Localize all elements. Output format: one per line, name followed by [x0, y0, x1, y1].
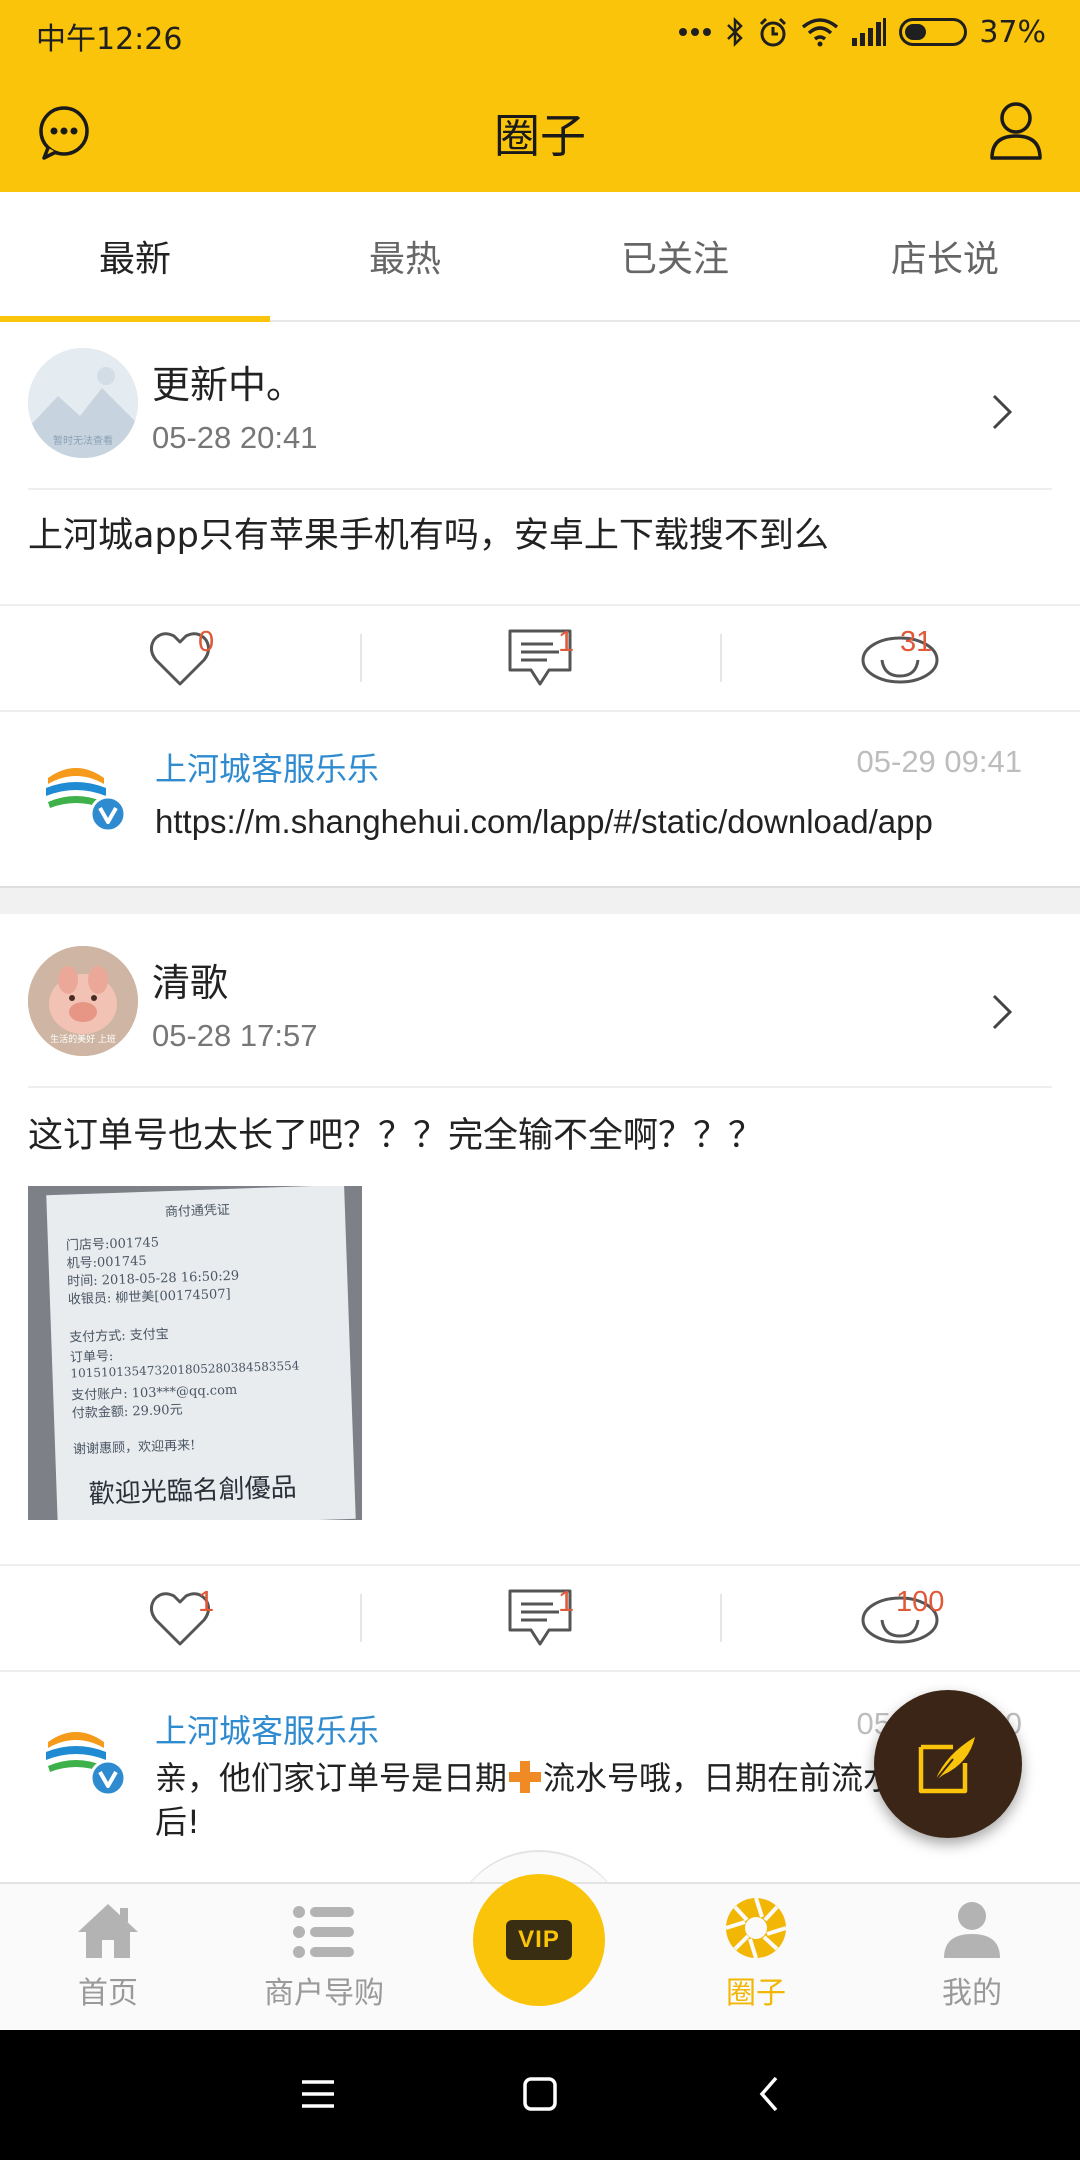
tab-following[interactable]: 已关注 — [540, 192, 810, 320]
chevron-right-icon[interactable] — [990, 992, 1014, 1032]
pig-photo-icon: 生活的美好 上班 — [28, 946, 138, 1056]
nav-merchant-guide[interactable]: 商户导购 — [216, 1884, 432, 2030]
avatar[interactable]: 生活的美好 上班 — [28, 946, 138, 1056]
receipt-footer: 歡迎光臨名創優品 — [88, 1472, 298, 1510]
avatar-caption: 暂时无法查看 — [53, 434, 113, 447]
nav-home[interactable]: 首页 — [0, 1884, 216, 2030]
like-count: 1 — [198, 1586, 215, 1618]
plus-emoji-icon — [509, 1761, 542, 1793]
comment-button[interactable]: 1 — [360, 606, 720, 710]
divider — [28, 1086, 1052, 1088]
nav-circle-label: 圈子 — [726, 1976, 786, 2011]
profile-icon[interactable] — [988, 100, 1044, 162]
signal-icon — [852, 18, 887, 46]
system-navigation-bar — [0, 2030, 1080, 2160]
post-actions: 1 1 100 — [0, 1566, 1080, 1670]
reply-time: 05-29 09:41 — [856, 744, 1022, 779]
views-button[interactable]: 100 — [720, 1566, 1080, 1670]
nav-circle[interactable]: 圈子 — [648, 1884, 864, 2030]
person-icon — [944, 1902, 1000, 1958]
back-icon[interactable] — [750, 2074, 790, 2114]
nav-merchant-guide-label: 商户导购 — [264, 1976, 384, 2011]
like-button[interactable]: 1 — [0, 1566, 360, 1670]
like-button[interactable]: 0 — [0, 606, 360, 710]
receipt-line: 付款金额: 29.90元 — [71, 1402, 183, 1422]
wifi-icon — [802, 18, 839, 47]
status-icons: 37% — [677, 12, 1046, 52]
post-separator — [0, 886, 1080, 914]
post-time: 05-28 20:41 — [152, 420, 318, 455]
feed-tabs: 最新 最热 已关注 店长说 — [0, 192, 1080, 322]
list-icon — [293, 1906, 354, 1958]
home-icon — [78, 1904, 138, 1958]
avatar-caption: 生活的美好 上班 — [50, 1033, 116, 1045]
view-count: 31 — [900, 626, 933, 658]
reply-author[interactable]: 上河城客服乐乐 — [155, 1706, 379, 1752]
reply-item[interactable]: 上河城客服乐乐 05-29 09:41 https://m.shanghehui… — [0, 712, 1080, 884]
comment-button[interactable]: 1 — [360, 1566, 720, 1670]
receipt-line: 订单号: — [69, 1349, 114, 1366]
vip-label: VIP — [506, 1920, 572, 1960]
post-time: 05-28 17:57 — [152, 1018, 318, 1053]
post-image[interactable]: 商付通凭证 门店号:001745 机号:001745 时间: 2018-05-2… — [28, 1186, 362, 1520]
alarm-icon — [760, 17, 787, 47]
tab-hot[interactable]: 最热 — [270, 192, 540, 320]
reply-text-part: 后! — [155, 1803, 200, 1841]
nav-mine-label: 我的 — [942, 1976, 1002, 2011]
vip-button[interactable]: VIP — [473, 1874, 605, 2006]
receipt-line: 谢谢惠顾，欢迎再来! — [72, 1438, 196, 1458]
status-bar: 中午12:26 37% — [0, 0, 1080, 66]
nav-home-label: 首页 — [78, 1976, 138, 2011]
comment-count: 1 — [558, 626, 575, 658]
post-content: 这订单号也太长了吧？？？完全输不全啊？？？ — [28, 1116, 764, 1156]
page-title: 圈子 — [494, 109, 586, 163]
bluetooth-icon — [727, 16, 744, 48]
top-app-bar: 中午12:26 37% 圈子 — [0, 0, 1080, 192]
battery-percent: 37% — [979, 14, 1046, 50]
avatar[interactable]: 暂时无法查看 — [28, 348, 138, 458]
reply-author[interactable]: 上河城客服乐乐 — [155, 744, 379, 790]
tab-manager-says[interactable]: 店长说 — [810, 192, 1080, 320]
official-avatar[interactable] — [40, 748, 128, 836]
views-button[interactable]: 31 — [720, 606, 1080, 710]
menu-icon[interactable] — [298, 2074, 338, 2114]
compose-button[interactable] — [874, 1690, 1022, 1838]
receipt-line: 支付方式: 支付宝 — [68, 1327, 169, 1346]
battery-icon — [899, 18, 968, 46]
official-avatar[interactable] — [40, 1712, 128, 1800]
home-square-icon[interactable] — [520, 2074, 560, 2114]
compose-quill-icon — [918, 1737, 975, 1794]
reply-text-part: 流水号哦，日期在前流水 — [543, 1759, 896, 1797]
author-name[interactable]: 清歌 — [152, 952, 228, 1007]
aperture-icon — [725, 1897, 787, 1959]
placeholder-image-icon: 暂时无法查看 — [28, 348, 138, 458]
nav-mine[interactable]: 我的 — [864, 1884, 1080, 2030]
chevron-right-icon[interactable] — [990, 392, 1014, 432]
battery-level — [905, 24, 927, 40]
author-name[interactable]: 更新中。 — [152, 354, 304, 409]
status-time: 中午12:26 — [36, 22, 183, 57]
divider — [28, 488, 1052, 490]
tab-latest[interactable]: 最新 — [0, 192, 270, 322]
comment-count: 1 — [558, 1586, 575, 1618]
post-card[interactable]: 暂时无法查看 更新中。 05-28 20:41 上河城app只有苹果手机有吗，安… — [0, 324, 1080, 884]
more-dots-icon — [679, 28, 712, 36]
reply-text[interactable]: https://m.shanghehui.com/lapp/#/static/d… — [155, 800, 1022, 844]
post-actions: 0 1 31 — [0, 606, 1080, 710]
reply-text-part: 亲，他们家订单号是日期 — [155, 1759, 508, 1797]
post-content: 上河城app只有苹果手机有吗，安卓上下载搜不到么 — [28, 516, 829, 556]
receipt-title: 商付通凭证 — [164, 1202, 231, 1221]
receipt: 商付通凭证 门店号:001745 机号:001745 时间: 2018-05-2… — [46, 1186, 356, 1520]
view-count: 100 — [896, 1586, 945, 1618]
like-count: 0 — [198, 626, 215, 658]
